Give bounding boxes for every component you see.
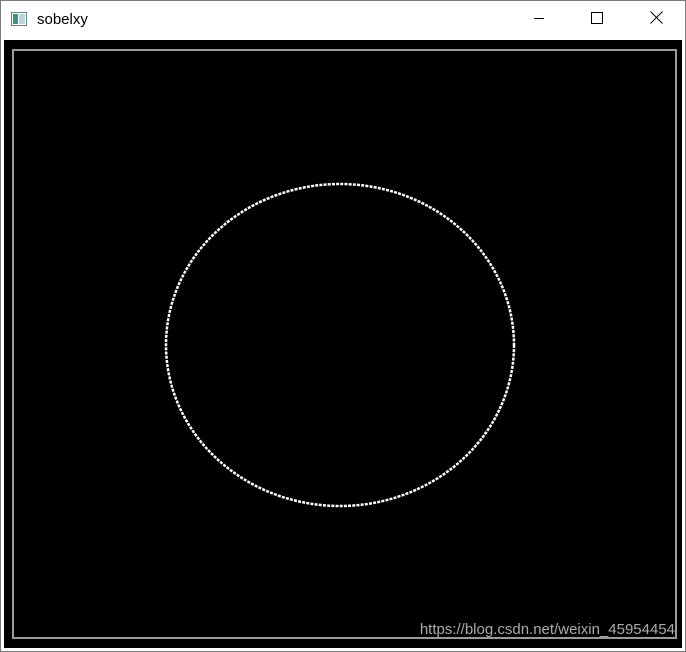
image-canvas: https://blog.csdn.net/weixin_45954454: [4, 40, 682, 648]
watermark-text: https://blog.csdn.net/weixin_45954454: [419, 621, 675, 638]
app-window-icon[interactable]: [11, 12, 27, 26]
maximize-button[interactable]: [568, 1, 626, 39]
window-title: sobelxy: [37, 11, 88, 28]
minimize-button[interactable]: [510, 1, 568, 39]
maximize-icon: [591, 11, 603, 29]
title-bar[interactable]: sobelxy: [1, 1, 685, 39]
image-background: [4, 40, 682, 648]
minimize-icon: [533, 11, 545, 29]
app-window: sobelxy https://blog.csdn.net/weixin_459…: [0, 0, 686, 652]
close-icon: [649, 11, 663, 29]
close-button[interactable]: [627, 1, 685, 39]
edge-image: [4, 40, 682, 648]
